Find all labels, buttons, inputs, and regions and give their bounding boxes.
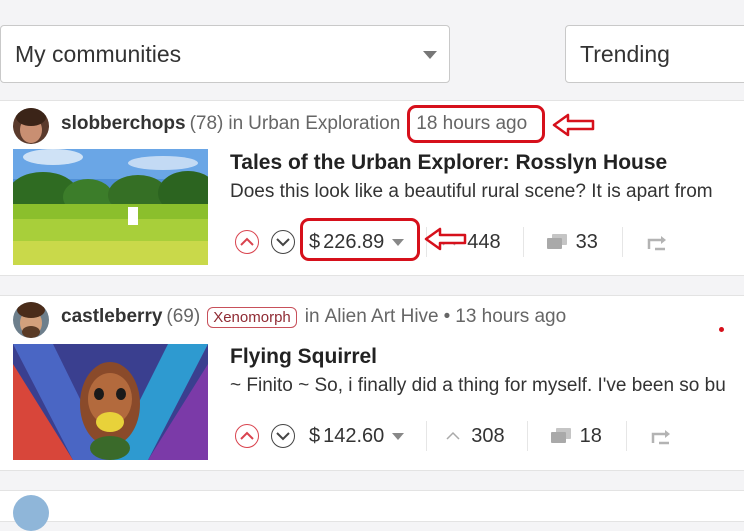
downvote-button[interactable] <box>271 424 295 448</box>
meta-separator: • <box>443 306 451 327</box>
comments-value: 33 <box>575 230 598 253</box>
votes-count[interactable]: 308 <box>445 424 505 448</box>
post-thumbnail[interactable] <box>13 149 208 265</box>
author-link[interactable]: slobberchops <box>61 113 186 135</box>
votes-value: 308 <box>471 424 505 447</box>
arrow-left-icon <box>424 227 467 251</box>
time-highlight-box <box>407 105 545 143</box>
divider <box>526 421 528 451</box>
payout-amount: 142.60 <box>323 424 385 447</box>
post-summary[interactable]: Does this look like a beautiful rural sc… <box>230 181 713 203</box>
post-summary[interactable]: ~ Finito ~ So, i finally did a thing for… <box>230 375 726 397</box>
author-reputation: (78) <box>189 113 224 134</box>
post-thumbnail[interactable] <box>13 344 208 460</box>
reblog-button[interactable] <box>647 233 669 251</box>
community-select[interactable]: My communities <box>0 25 450 83</box>
post-actions: $ 142.60 308 18 <box>235 420 673 452</box>
post-time: 13 hours ago <box>455 306 567 327</box>
sort-select-value: Trending <box>580 40 670 67</box>
community-link[interactable]: Alien Art Hive <box>325 306 439 328</box>
community-link[interactable]: Urban Exploration <box>248 113 400 135</box>
divider <box>522 227 524 257</box>
payout-dropdown[interactable]: $ 142.60 <box>309 424 405 448</box>
caret-down-icon <box>392 432 405 440</box>
chevron-up-icon <box>446 431 460 440</box>
divider <box>625 421 627 451</box>
post-card <box>0 490 744 531</box>
comments-value: 18 <box>579 424 602 447</box>
payout-highlight-box <box>300 218 420 261</box>
reblog-icon <box>647 236 666 251</box>
comments-count[interactable]: 18 <box>550 425 602 448</box>
divider <box>426 421 428 451</box>
reblog-icon <box>651 430 670 445</box>
post-card: castleberry (69) Xenomorph in Alien Art … <box>0 295 744 471</box>
avatar[interactable] <box>13 108 49 144</box>
post-title[interactable]: Flying Squirrel <box>230 345 377 369</box>
post-title[interactable]: Tales of the Urban Explorer: Rosslyn Hou… <box>230 151 667 175</box>
post-meta: castleberry (69) Xenomorph in Alien Art … <box>61 306 566 328</box>
chevron-down-icon <box>276 432 290 441</box>
avatar[interactable] <box>13 302 49 338</box>
community-select-value: My communities <box>15 40 182 67</box>
comment-icon <box>550 428 571 443</box>
upvote-button[interactable] <box>235 230 259 254</box>
notification-dot <box>719 327 724 332</box>
arrow-left-icon <box>552 113 595 137</box>
chevron-up-icon <box>240 431 254 440</box>
avatar[interactable] <box>13 495 49 531</box>
chevron-down-icon <box>276 238 290 247</box>
currency-symbol: $ <box>309 424 321 447</box>
author-link[interactable]: castleberry <box>61 306 162 328</box>
divider <box>621 227 623 257</box>
upvote-button[interactable] <box>235 424 259 448</box>
chevron-down-icon <box>423 51 437 59</box>
in-label: in <box>228 113 244 134</box>
votes-value: 448 <box>467 230 501 253</box>
chevron-up-icon <box>240 237 254 246</box>
author-reputation: (69) <box>166 306 201 327</box>
downvote-button[interactable] <box>271 230 295 254</box>
sort-select[interactable]: Trending <box>565 25 744 83</box>
community-role-badge: Xenomorph <box>207 306 297 328</box>
comments-count[interactable]: 33 <box>546 231 598 254</box>
in-label: in <box>304 306 320 327</box>
reblog-button[interactable] <box>651 427 673 445</box>
comment-icon <box>546 234 567 249</box>
